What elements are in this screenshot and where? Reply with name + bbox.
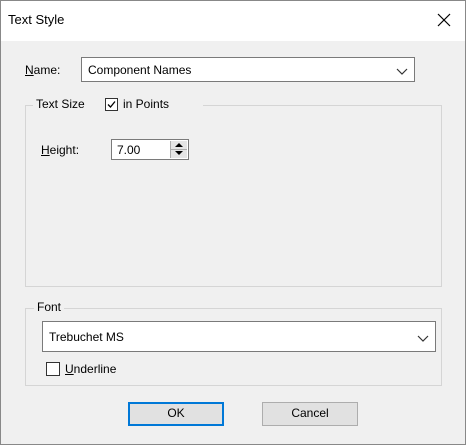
in-points-label: in Points: [123, 97, 170, 111]
arrow-down-icon: [175, 151, 183, 155]
checkmark-icon: [107, 101, 116, 108]
ok-button[interactable]: OK: [128, 402, 224, 426]
height-label: Height:: [41, 143, 80, 157]
height-value: 7.00: [117, 143, 141, 157]
spin-down-button[interactable]: [171, 150, 187, 158]
underline-label: Underline: [65, 362, 117, 376]
name-combobox[interactable]: Component Names: [81, 57, 415, 82]
title-bar: Text Style: [1, 1, 465, 41]
name-value: Component Names: [88, 63, 192, 77]
font-legend: Font: [34, 300, 65, 314]
font-value: Trebuchet MS: [49, 330, 124, 344]
close-button[interactable]: [425, 1, 465, 41]
name-label: Name:: [25, 63, 61, 77]
text-size-legend: Text Size in Points: [33, 97, 203, 113]
arrow-up-icon: [175, 143, 183, 147]
cancel-button[interactable]: Cancel: [262, 402, 358, 426]
chevron-down-icon: [417, 335, 429, 342]
dialog-title: Text Style: [8, 12, 65, 27]
text-size-label: Text Size: [36, 97, 85, 111]
chevron-down-icon: [396, 68, 408, 75]
close-icon: [437, 13, 451, 27]
in-points-checkbox[interactable]: [105, 98, 118, 111]
font-combobox[interactable]: Trebuchet MS: [42, 321, 436, 352]
spin-up-button[interactable]: [171, 141, 187, 150]
height-spinner[interactable]: 7.00: [111, 139, 189, 160]
underline-checkbox[interactable]: [46, 362, 60, 376]
height-spin-buttons: [170, 141, 187, 158]
text-size-group: [25, 105, 442, 287]
text-style-dialog: Text Style Name: Component Names Text Si…: [0, 0, 466, 445]
